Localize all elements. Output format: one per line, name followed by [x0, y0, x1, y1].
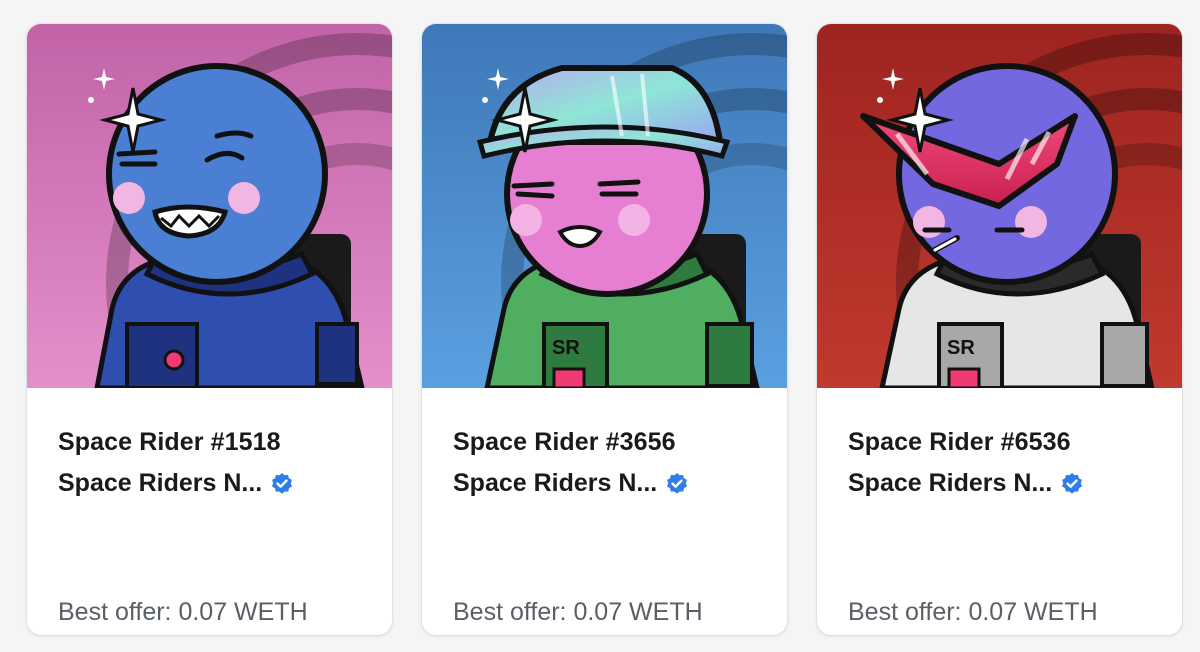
best-offer-label: Best offer:	[453, 598, 567, 626]
best-offer: Best offer: 0.07 WETH	[453, 598, 703, 627]
nft-card[interactable]: SR Space Rider #6536 Space Riders N... B…	[817, 24, 1182, 635]
best-offer-value: 0.07 WETH	[178, 598, 308, 626]
collection-name[interactable]: Space Riders N...	[453, 469, 657, 498]
nft-image	[27, 24, 392, 388]
collection-row: Space Riders N...	[848, 469, 1084, 498]
best-offer-value: 0.07 WETH	[968, 598, 1098, 626]
nft-name[interactable]: Space Rider #3656	[453, 428, 676, 457]
card-info: Space Rider #1518 Space Riders N... Best…	[58, 388, 372, 635]
svg-text:SR: SR	[552, 337, 580, 359]
best-offer: Best offer: 0.07 WETH	[58, 598, 308, 627]
nft-image: SR	[422, 24, 787, 388]
best-offer: Best offer: 0.07 WETH	[848, 598, 1098, 627]
collection-name[interactable]: Space Riders N...	[58, 469, 262, 498]
verified-badge-icon	[272, 472, 293, 494]
verified-badge-icon	[1062, 472, 1083, 494]
collection-row: Space Riders N...	[58, 469, 294, 498]
nft-name[interactable]: Space Rider #6536	[848, 428, 1071, 457]
best-offer-value: 0.07 WETH	[573, 598, 703, 626]
best-offer-label: Best offer:	[58, 598, 172, 626]
collection-row: Space Riders N...	[453, 469, 689, 498]
nft-card[interactable]: SR Space Rider #3656 Space Riders N... B…	[422, 24, 787, 635]
nft-card[interactable]: Space Rider #1518 Space Riders N... Best…	[27, 24, 392, 635]
collection-name[interactable]: Space Riders N...	[848, 469, 1052, 498]
verified-badge-icon	[667, 472, 688, 494]
svg-text:SR: SR	[947, 337, 975, 359]
card-info: Space Rider #3656 Space Riders N... Best…	[453, 388, 767, 635]
best-offer-label: Best offer:	[848, 598, 962, 626]
nft-image: SR	[817, 24, 1182, 388]
nft-name[interactable]: Space Rider #1518	[58, 428, 281, 457]
card-info: Space Rider #6536 Space Riders N... Best…	[848, 388, 1162, 635]
